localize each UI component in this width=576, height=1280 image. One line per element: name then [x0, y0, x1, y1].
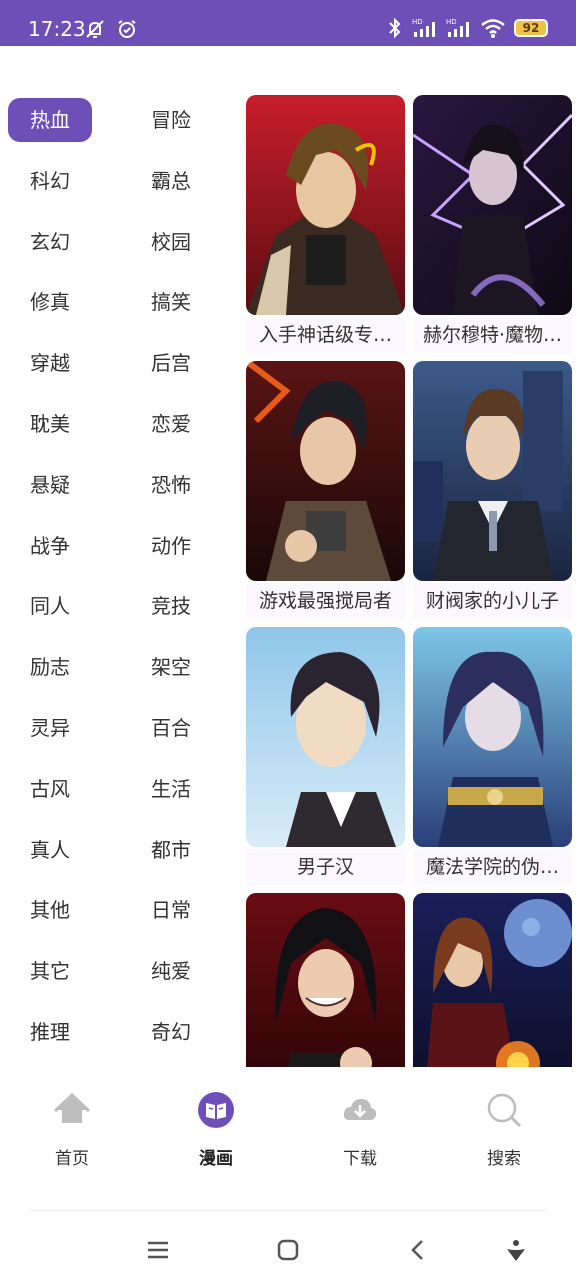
- category-item[interactable]: 热血: [8, 98, 92, 142]
- comic-cover[interactable]: [246, 893, 405, 1067]
- back-icon[interactable]: [398, 1230, 438, 1270]
- category-item[interactable]: 恋爱: [129, 402, 213, 446]
- comic-card[interactable]: [413, 893, 572, 1067]
- home-square-icon[interactable]: [268, 1230, 308, 1270]
- status-right-icons: HD HD 92: [386, 17, 548, 39]
- category-item[interactable]: 百合: [129, 706, 213, 750]
- category-item[interactable]: 耽美: [8, 402, 92, 446]
- category-item[interactable]: 校园: [129, 220, 213, 264]
- comic-title[interactable]: 男子汉: [246, 849, 405, 885]
- category-item[interactable]: 都市: [129, 828, 213, 872]
- alarm-clock-icon: [118, 20, 136, 38]
- category-item[interactable]: 推理: [8, 1010, 92, 1054]
- comic-card[interactable]: 游戏最强搅局者: [246, 361, 405, 619]
- nav-search[interactable]: 搜索: [459, 1090, 549, 1170]
- category-item[interactable]: 纯爱: [129, 949, 213, 993]
- category-item[interactable]: 战争: [8, 524, 92, 568]
- category-item[interactable]: 灵异: [8, 706, 92, 750]
- comic-grid: 入手神话级专… 赫尔穆特·魔物… 游戏最强搅局者 财阀家的小儿子 男子汉 魔法学…: [246, 95, 572, 1067]
- book-icon: [198, 1092, 234, 1128]
- category-item[interactable]: 奇幻: [129, 1010, 213, 1054]
- comic-cover[interactable]: [413, 361, 572, 581]
- svg-text:HD: HD: [412, 18, 423, 26]
- comic-title[interactable]: 赫尔穆特·魔物…: [413, 317, 572, 353]
- comic-card[interactable]: [246, 893, 405, 1067]
- status-time: 17:23: [28, 17, 86, 41]
- category-item[interactable]: 霸总: [129, 159, 213, 203]
- category-item[interactable]: 真人: [8, 828, 92, 872]
- signal-hd-icon: HD: [412, 18, 435, 37]
- svg-text:HD: HD: [446, 18, 457, 26]
- wifi-icon: [481, 19, 505, 38]
- comic-card[interactable]: 赫尔穆特·魔物…: [413, 95, 572, 353]
- category-item[interactable]: 科幻: [8, 159, 92, 203]
- category-item[interactable]: 架空: [129, 645, 213, 689]
- category-item[interactable]: 动作: [129, 524, 213, 568]
- nav-comics-label: 漫画: [199, 1149, 233, 1169]
- category-item[interactable]: 日常: [129, 888, 213, 932]
- category-item[interactable]: 穿越: [8, 341, 92, 385]
- cloud-download-icon: [343, 1099, 377, 1120]
- comic-cover[interactable]: [413, 627, 572, 847]
- nav-download[interactable]: 下载: [315, 1090, 405, 1170]
- category-item[interactable]: 竞技: [129, 584, 213, 628]
- system-nav-bar: [0, 1218, 576, 1280]
- search-icon: [487, 1093, 522, 1128]
- nav-home[interactable]: 首页: [27, 1090, 117, 1170]
- category-item[interactable]: 修真: [8, 280, 92, 324]
- nav-download-label: 下载: [343, 1149, 377, 1169]
- comic-cover[interactable]: [246, 361, 405, 581]
- comic-cover[interactable]: [413, 95, 572, 315]
- category-item[interactable]: 冒险: [129, 98, 213, 142]
- battery-icon: 92: [514, 19, 548, 37]
- nav-search-label: 搜索: [487, 1149, 521, 1169]
- comic-cover[interactable]: [246, 627, 405, 847]
- comic-title[interactable]: 魔法学院的伪…: [413, 849, 572, 885]
- status-left-icons: [84, 18, 138, 40]
- assistant-icon[interactable]: [496, 1230, 536, 1270]
- comic-title[interactable]: 游戏最强搅局者: [246, 583, 405, 619]
- category-item[interactable]: 搞笑: [129, 280, 213, 324]
- muted-bell-icon: [86, 20, 104, 38]
- category-item[interactable]: 其它: [8, 949, 92, 993]
- category-item[interactable]: 生活: [129, 767, 213, 811]
- category-item[interactable]: 玄幻: [8, 220, 92, 264]
- comic-title[interactable]: 财阀家的小儿子: [413, 583, 572, 619]
- signal-hd-icon: HD: [446, 18, 469, 37]
- category-item[interactable]: 悬疑: [8, 463, 92, 507]
- category-item[interactable]: 古风: [8, 767, 92, 811]
- comic-card[interactable]: 魔法学院的伪…: [413, 627, 572, 885]
- menu-icon[interactable]: [138, 1230, 178, 1270]
- comic-cover[interactable]: [246, 95, 405, 315]
- status-bar: 17:23 HD HD 92: [0, 0, 576, 46]
- bluetooth-icon: [389, 17, 401, 39]
- home-icon: [53, 1092, 91, 1123]
- comic-card[interactable]: 财阀家的小儿子: [413, 361, 572, 619]
- comic-cover[interactable]: [413, 893, 572, 1067]
- comic-card[interactable]: 入手神话级专…: [246, 95, 405, 353]
- comic-title[interactable]: 入手神话级专…: [246, 317, 405, 353]
- comic-card[interactable]: 男子汉: [246, 627, 405, 885]
- category-item[interactable]: 后宫: [129, 341, 213, 385]
- divider: [30, 1210, 546, 1211]
- category-item[interactable]: 恐怖: [129, 463, 213, 507]
- category-item[interactable]: 同人: [8, 584, 92, 628]
- nav-home-label: 首页: [55, 1149, 89, 1169]
- nav-comics[interactable]: 漫画: [171, 1090, 261, 1170]
- category-item[interactable]: 其他: [8, 888, 92, 932]
- bottom-nav: 首页 漫画 下载 搜索: [0, 1068, 576, 1208]
- category-item[interactable]: 励志: [8, 645, 92, 689]
